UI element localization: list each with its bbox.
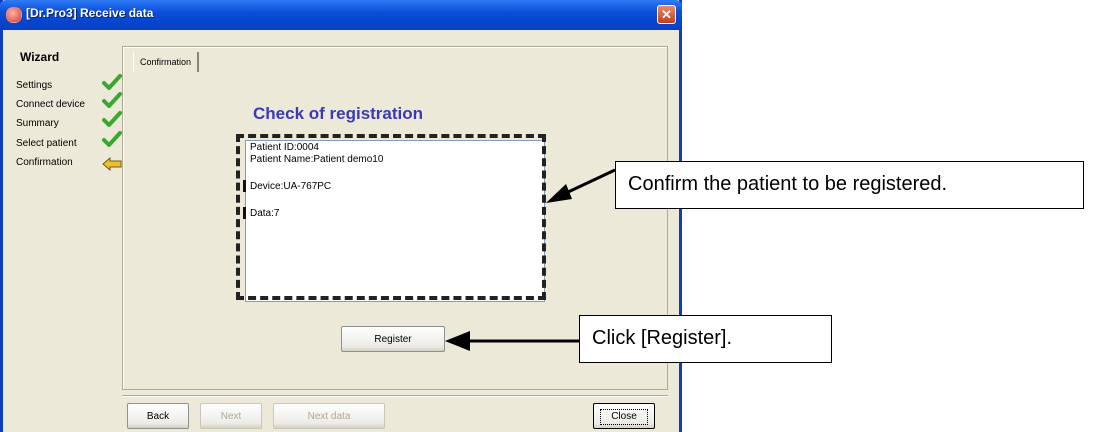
annotation-arrows <box>445 168 616 351</box>
confirm-arrow-icon <box>546 168 616 203</box>
register-arrow-icon <box>445 331 579 351</box>
